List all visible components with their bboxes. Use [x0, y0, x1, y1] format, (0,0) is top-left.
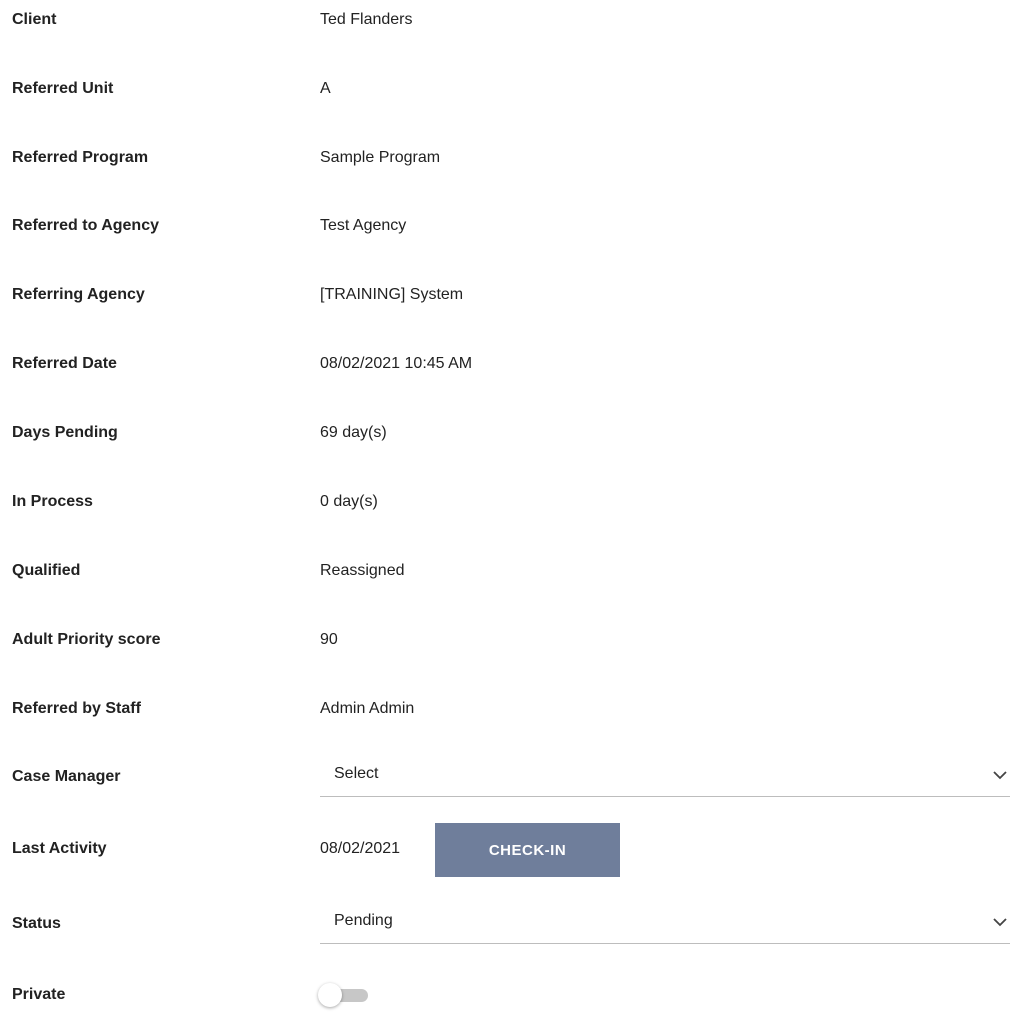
field-row-qualified: Qualified Reassigned	[0, 551, 1010, 591]
field-label: Referred Date	[12, 355, 117, 372]
field-value: A	[320, 80, 331, 97]
field-row-last-activity: Last Activity 08/02/2021 CHECK-IN	[0, 823, 1010, 877]
field-value: [TRAINING] System	[320, 286, 464, 303]
field-label: Qualified	[12, 562, 81, 579]
field-value: Reassigned	[320, 562, 405, 579]
private-label: Private	[12, 986, 66, 1003]
field-value: 08/02/2021 10:45 AM	[320, 355, 473, 372]
status-label: Status	[12, 915, 61, 932]
field-row-referred-program: Referred Program Sample Program	[0, 138, 1010, 178]
field-value: Test Agency	[320, 217, 407, 234]
field-label: Client	[12, 11, 57, 28]
referral-details-form: Client Ted Flanders Referred Unit A Refe…	[0, 0, 1010, 1011]
case-manager-label: Case Manager	[12, 768, 121, 785]
field-label: Days Pending	[12, 424, 118, 441]
field-row-status: Status Pending	[0, 904, 1010, 944]
field-row-referred-to-agency: Referred to Agency Test Agency	[0, 206, 1010, 246]
field-label: Referring Agency	[12, 286, 145, 303]
field-value: Sample Program	[320, 149, 441, 166]
field-value: 69 day(s)	[320, 424, 387, 441]
field-row-referred-unit: Referred Unit A	[0, 69, 1010, 109]
field-value: 0 day(s)	[320, 493, 378, 510]
field-label: Referred to Agency	[12, 217, 159, 234]
field-row-referring-agency: Referring Agency [TRAINING] System	[0, 275, 1010, 315]
field-row-referred-by-staff: Referred by Staff Admin Admin	[0, 689, 1010, 729]
toggle-knob	[318, 983, 342, 1007]
chevron-down-icon	[993, 771, 1007, 780]
field-label: In Process	[12, 493, 93, 510]
private-toggle[interactable]	[318, 983, 370, 1007]
field-row-client: Client Ted Flanders	[0, 0, 1010, 40]
field-label: Referred by Staff	[12, 700, 141, 717]
field-value: Admin Admin	[320, 700, 415, 717]
field-row-days-pending: Days Pending 69 day(s)	[0, 413, 1010, 453]
field-label: Referred Program	[12, 149, 149, 166]
last-activity-label: Last Activity	[12, 840, 107, 857]
field-label: Referred Unit	[12, 80, 114, 97]
case-manager-selected-value: Select	[334, 765, 379, 782]
last-activity-value: 08/02/2021	[320, 840, 401, 857]
field-value: 90	[320, 631, 338, 648]
chevron-down-icon	[993, 918, 1007, 927]
field-row-in-process: In Process 0 day(s)	[0, 482, 1010, 522]
field-row-adult-priority-score: Adult Priority score 90	[0, 620, 1010, 660]
field-label: Adult Priority score	[12, 631, 161, 648]
status-select[interactable]: Pending	[320, 904, 1010, 944]
field-row-private: Private	[0, 975, 1010, 1015]
field-row-case-manager: Case Manager Select	[0, 757, 1010, 797]
field-value: Ted Flanders	[320, 11, 413, 28]
check-in-button[interactable]: CHECK-IN	[435, 823, 620, 877]
field-row-referred-date: Referred Date 08/02/2021 10:45 AM	[0, 344, 1010, 384]
status-selected-value: Pending	[334, 912, 393, 929]
case-manager-select[interactable]: Select	[320, 757, 1010, 797]
